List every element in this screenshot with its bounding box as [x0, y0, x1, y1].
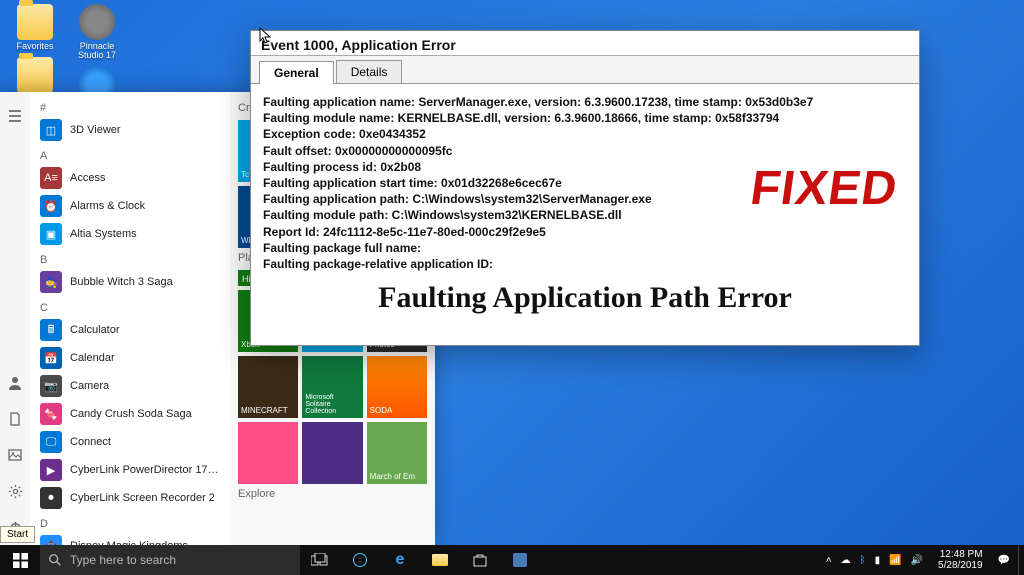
start-tooltip: Start [0, 526, 35, 543]
desktop-icon-favorites[interactable]: Favorites [6, 4, 64, 51]
event-line: Faulting package full name: [263, 240, 907, 256]
event-line: Faulting application name: ServerManager… [263, 94, 907, 110]
user-account-button[interactable] [0, 365, 30, 401]
tray-wifi-icon[interactable]: 📶 [889, 555, 901, 566]
app-calendar[interactable]: 📅Calendar [30, 344, 230, 372]
event-line: Report Id: 24fc1112-8e5c-11e7-80ed-000c2… [263, 224, 907, 240]
start-sidebar [0, 92, 30, 545]
event-title: Event 1000, Application Error [251, 31, 919, 56]
show-desktop-button[interactable] [1018, 545, 1024, 575]
pictures-button[interactable] [0, 437, 30, 473]
start-app-list[interactable]: # ◫3D Viewer A A≡Access ⏰Alarms & Clock … [30, 92, 230, 545]
app-disney-magic[interactable]: 🏰Disney Magic Kingdoms [30, 532, 230, 545]
taskbar-cortana[interactable] [340, 545, 380, 575]
action-center-icon[interactable]: 💬 [998, 555, 1010, 566]
taskbar-search[interactable]: Type here to search [40, 545, 300, 575]
desktop-icon-label: Favorites [6, 42, 64, 51]
start-menu-expand-button[interactable] [0, 98, 30, 134]
app-altia-systems[interactable]: ▣Altia Systems [30, 220, 230, 248]
app-list-letter[interactable]: C [30, 296, 230, 316]
taskbar: Type here to search e ˄ ☁ ᛒ ▮ 📶 🔊 12:48 … [0, 545, 1024, 575]
folder-icon [17, 57, 53, 93]
tile-group-explore[interactable]: Explore [238, 488, 427, 500]
tile-march-of-empires[interactable]: March of Em [367, 422, 427, 484]
app-calculator[interactable]: 🖩Calculator [30, 316, 230, 344]
app-3d-viewer[interactable]: ◫3D Viewer [30, 116, 230, 144]
app-icon [79, 4, 115, 40]
app-list-letter[interactable]: # [30, 96, 230, 116]
fixed-stamp: FIXED [747, 161, 901, 216]
start-button[interactable] [0, 545, 40, 575]
tray-onedrive-icon[interactable]: ☁ [841, 555, 851, 566]
tab-details[interactable]: Details [336, 60, 403, 83]
search-icon [48, 553, 62, 567]
app-list-letter[interactable]: B [30, 248, 230, 268]
documents-button[interactable] [0, 401, 30, 437]
overlay-caption: Faulting Application Path Error [263, 272, 907, 327]
system-tray: ˄ ☁ ᛒ ▮ 📶 🔊 12:48 PM 5/28/2019 💬 [818, 545, 1018, 575]
event-line: Exception code: 0xe0434352 [263, 126, 907, 142]
app-access[interactable]: A≡Access [30, 164, 230, 192]
event-line: Faulting package-relative application ID… [263, 256, 907, 272]
taskbar-explorer[interactable] [420, 545, 460, 575]
search-placeholder: Type here to search [70, 553, 176, 567]
tray-battery-icon[interactable]: ▮ [875, 555, 881, 566]
app-connect[interactable]: 🖵Connect [30, 428, 230, 456]
taskbar-date: 5/28/2019 [938, 560, 983, 571]
tile-soda[interactable]: SODA [367, 356, 427, 418]
tab-general[interactable]: General [259, 61, 334, 84]
app-cyberlink-powerdirector[interactable]: ▶CyberLink PowerDirector 17 (64-bit) [30, 456, 230, 484]
tile-minecraft[interactable]: MINECRAFT [238, 356, 298, 418]
taskbar-clock[interactable]: 12:48 PM 5/28/2019 [932, 549, 989, 571]
folder-icon [17, 4, 53, 40]
settings-button[interactable] [0, 473, 30, 509]
taskbar-time: 12:48 PM [938, 549, 983, 560]
event-viewer-window: Event 1000, Application Error General De… [250, 30, 920, 346]
desktop-icon-label: Pinnacle Studio 17 [68, 42, 126, 61]
tile-solitaire[interactable]: Microsoft Solitaire Collection [302, 356, 362, 418]
taskbar-store[interactable] [460, 545, 500, 575]
event-line: Fault offset: 0x00000000000095fc [263, 143, 907, 159]
tray-volume-icon[interactable]: 🔊 [911, 555, 923, 566]
cursor-icon [258, 26, 276, 44]
app-camera[interactable]: 📷Camera [30, 372, 230, 400]
taskbar-edge[interactable]: e [380, 545, 420, 575]
app-list-letter[interactable]: D [30, 512, 230, 532]
tile-play3-2[interactable] [302, 422, 362, 484]
task-view-button[interactable] [300, 545, 340, 575]
app-bubble-witch[interactable]: 🧙Bubble Witch 3 Saga [30, 268, 230, 296]
desktop-icon-pinnacle[interactable]: Pinnacle Studio 17 [68, 4, 126, 61]
app-cyberlink-screen-recorder[interactable]: ⏺CyberLink Screen Recorder 2 [30, 484, 230, 512]
app-alarms-clock[interactable]: ⏰Alarms & Clock [30, 192, 230, 220]
taskbar-app[interactable] [500, 545, 540, 575]
tray-chevron-up-icon[interactable]: ˄ [826, 555, 832, 566]
app-candy-crush[interactable]: 🍬Candy Crush Soda Saga [30, 400, 230, 428]
event-tabs: General Details [251, 56, 919, 84]
event-line: Faulting module name: KERNELBASE.dll, ve… [263, 110, 907, 126]
app-list-letter[interactable]: A [30, 144, 230, 164]
tile-play3-1[interactable] [238, 422, 298, 484]
tray-bluetooth-icon[interactable]: ᛒ [860, 555, 866, 566]
